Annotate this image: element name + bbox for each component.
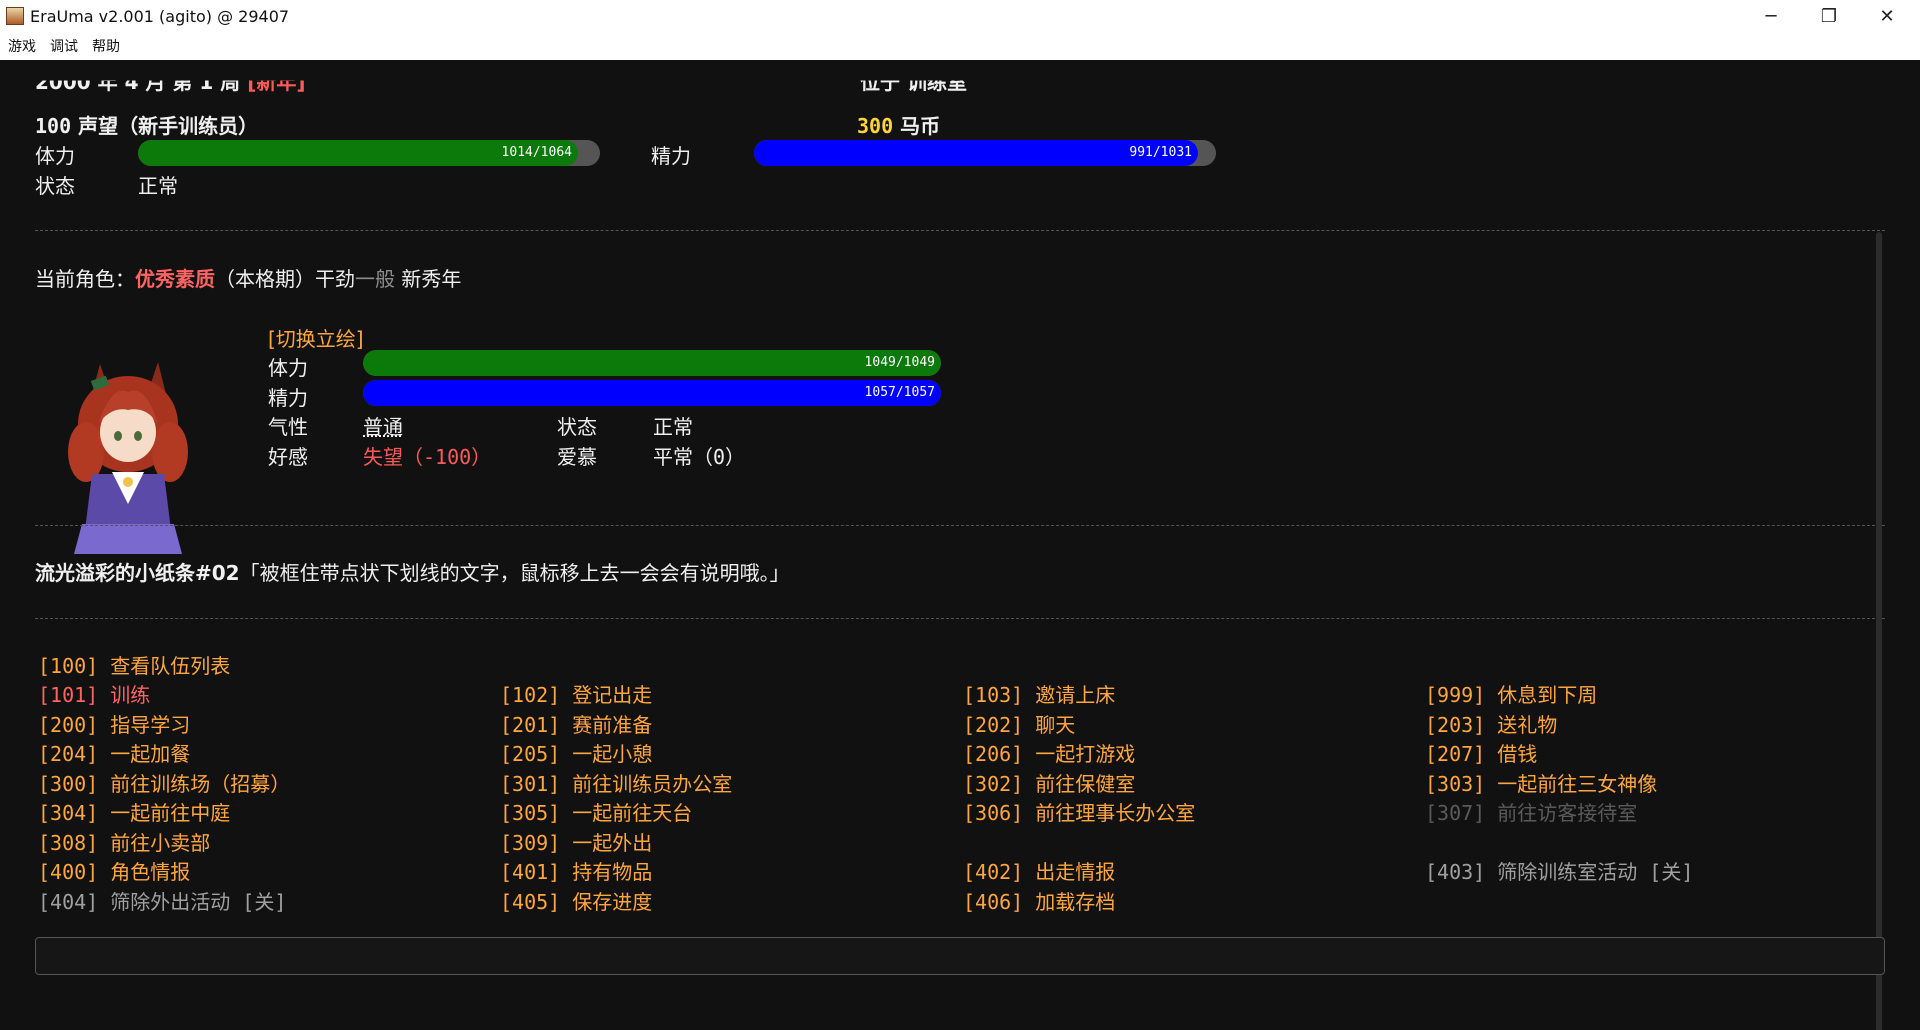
command-207[interactable]: [207] 借钱 xyxy=(1425,738,1537,767)
command-103[interactable]: [103] 邀请上床 xyxy=(963,679,1115,708)
character-portrait xyxy=(68,362,188,554)
state-value: 正常 xyxy=(653,415,693,439)
player-stamina-bar: 1014/1064 xyxy=(138,140,600,166)
player-condition-label: 状态 xyxy=(35,174,75,198)
command-308[interactable]: [308] 前往小卖部 xyxy=(38,827,210,856)
motivation-value: 一般 xyxy=(355,267,395,291)
command-301[interactable]: [301] 前往训练员办公室 xyxy=(500,768,732,797)
player-condition-value: 正常 xyxy=(138,174,178,198)
command-403[interactable]: [403] 筛除训练室活动 [关] xyxy=(1425,856,1693,885)
switch-portrait-link[interactable]: [切换立绘] xyxy=(268,323,364,352)
divider-3 xyxy=(35,618,1885,619)
date-line: 2000 年 4 月 第 1 周 [新年] xyxy=(35,70,306,96)
char-stamina-bar: 1049/1049 xyxy=(363,350,941,376)
console-area: 2000 年 4 月 第 1 周 [新年] 位于 训练室 100 声望（新手训练… xyxy=(0,60,1920,1030)
location-line: 位于 训练室 xyxy=(860,70,967,95)
current-character-line: 当前角色：优秀素质（本格期）干劲一般 新秀年 xyxy=(35,263,461,292)
current-character-label: 当前角色： xyxy=(35,267,135,291)
command-405[interactable]: [405] 保存进度 xyxy=(500,886,652,915)
command-300[interactable]: [300] 前往训练场（招募） xyxy=(38,768,290,797)
maximize-button[interactable]: ❐ xyxy=(1800,0,1858,32)
player-stamina-text: 1014/1064 xyxy=(501,145,572,160)
char-energy-fill xyxy=(363,380,941,406)
money-value: 300 xyxy=(857,114,894,138)
command-402[interactable]: [402] 出走情报 xyxy=(963,856,1115,885)
favor-label: 好感 xyxy=(268,445,308,469)
character-period: （本格期） xyxy=(215,267,315,291)
menu-bar: 游戏 调试 帮助 xyxy=(0,32,1920,60)
player-energy-text: 991/1031 xyxy=(1129,145,1192,160)
command-304[interactable]: [304] 一起前往中庭 xyxy=(38,797,230,826)
char-energy-bar: 1057/1057 xyxy=(363,380,941,406)
reputation-label: 声望（新手训练员） xyxy=(78,114,259,138)
command-102[interactable]: [102] 登记出走 xyxy=(500,679,652,708)
money-line: 300 马币 xyxy=(857,110,940,139)
command-404[interactable]: [404] 筛除外出活动 [关] xyxy=(38,886,286,915)
command-input[interactable] xyxy=(35,937,1885,975)
player-energy-bar: 991/1031 xyxy=(754,140,1216,166)
command-206[interactable]: [206] 一起打游戏 xyxy=(963,738,1135,767)
minimize-button[interactable]: ─ xyxy=(1742,0,1800,32)
tip-title: 流光溢彩的小纸条#02 xyxy=(35,561,240,585)
command-203[interactable]: [203] 送礼物 xyxy=(1425,709,1557,738)
command-401[interactable]: [401] 持有物品 xyxy=(500,856,652,885)
command-200[interactable]: [200] 指导学习 xyxy=(38,709,190,738)
command-202[interactable]: [202] 聊天 xyxy=(963,709,1075,738)
command-303[interactable]: [303] 一起前往三女神像 xyxy=(1425,768,1657,797)
player-stamina-label: 体力 xyxy=(35,144,75,168)
divider-1 xyxy=(35,230,1885,231)
char-energy-text: 1057/1057 xyxy=(864,385,935,400)
scrollbar[interactable] xyxy=(1876,232,1882,1030)
menu-help[interactable]: 帮助 xyxy=(92,36,120,56)
command-101[interactable]: [101] 训练 xyxy=(38,679,150,708)
app-icon xyxy=(6,7,24,25)
char-stamina-fill xyxy=(363,350,941,376)
new-year-tag: [新年] xyxy=(247,70,306,95)
command-201[interactable]: [201] 赛前准备 xyxy=(500,709,652,738)
player-energy-label: 精力 xyxy=(651,144,691,168)
money-label: 马币 xyxy=(900,114,941,138)
state-label: 状态 xyxy=(557,415,597,439)
character-class: 新秀年 xyxy=(401,267,462,291)
command-205[interactable]: [205] 一起小憩 xyxy=(500,738,652,767)
date-text: 2000 年 4 月 第 1 周 xyxy=(35,70,248,95)
command-406[interactable]: [406] 加载存档 xyxy=(963,886,1115,915)
char-stamina-label: 体力 xyxy=(268,356,308,380)
char-stamina-text: 1049/1049 xyxy=(864,355,935,370)
character-name[interactable]: 优秀素质 xyxy=(135,267,215,291)
reputation-line: 100 声望（新手训练员） xyxy=(35,110,258,139)
command-100[interactable]: [100] 查看队伍列表 xyxy=(38,650,230,679)
tip-line: 流光溢彩的小纸条#02「被框住带点状下划线的文字，鼠标移上去一会会有说明哦。」 xyxy=(35,557,790,586)
favor-value: 失望（-100） xyxy=(363,445,492,469)
command-999[interactable]: [999] 休息到下周 xyxy=(1425,679,1597,708)
window-title: EraUma v2.001 (agito) @ 29407 xyxy=(30,6,290,26)
temper-label: 气性 xyxy=(268,415,308,439)
divider-2 xyxy=(35,525,1885,526)
love-value: 平常（0） xyxy=(653,445,746,469)
motivation-label: 干劲 xyxy=(315,267,355,291)
command-204[interactable]: [204] 一起加餐 xyxy=(38,738,190,767)
command-306[interactable]: [306] 前往理事长办公室 xyxy=(963,797,1195,826)
close-button[interactable]: ✕ xyxy=(1858,0,1916,32)
command-309[interactable]: [309] 一起外出 xyxy=(500,827,652,856)
title-bar: EraUma v2.001 (agito) @ 29407 ─ ❐ ✕ xyxy=(0,0,1920,32)
char-energy-label: 精力 xyxy=(268,386,308,410)
command-400[interactable]: [400] 角色情报 xyxy=(38,856,190,885)
command-302[interactable]: [302] 前往保健室 xyxy=(963,768,1135,797)
tip-text: 「被框住带点状下划线的文字，鼠标移上去一会会有说明哦。」 xyxy=(239,561,790,585)
command-307: [307] 前往访客接待室 xyxy=(1425,801,1638,825)
love-label: 爱慕 xyxy=(557,445,597,469)
menu-debug[interactable]: 调试 xyxy=(50,36,78,56)
temper-value[interactable]: 普通 xyxy=(363,411,403,440)
reputation-value: 100 xyxy=(35,114,72,138)
command-305[interactable]: [305] 一起前往天台 xyxy=(500,797,692,826)
menu-game[interactable]: 游戏 xyxy=(8,36,36,56)
